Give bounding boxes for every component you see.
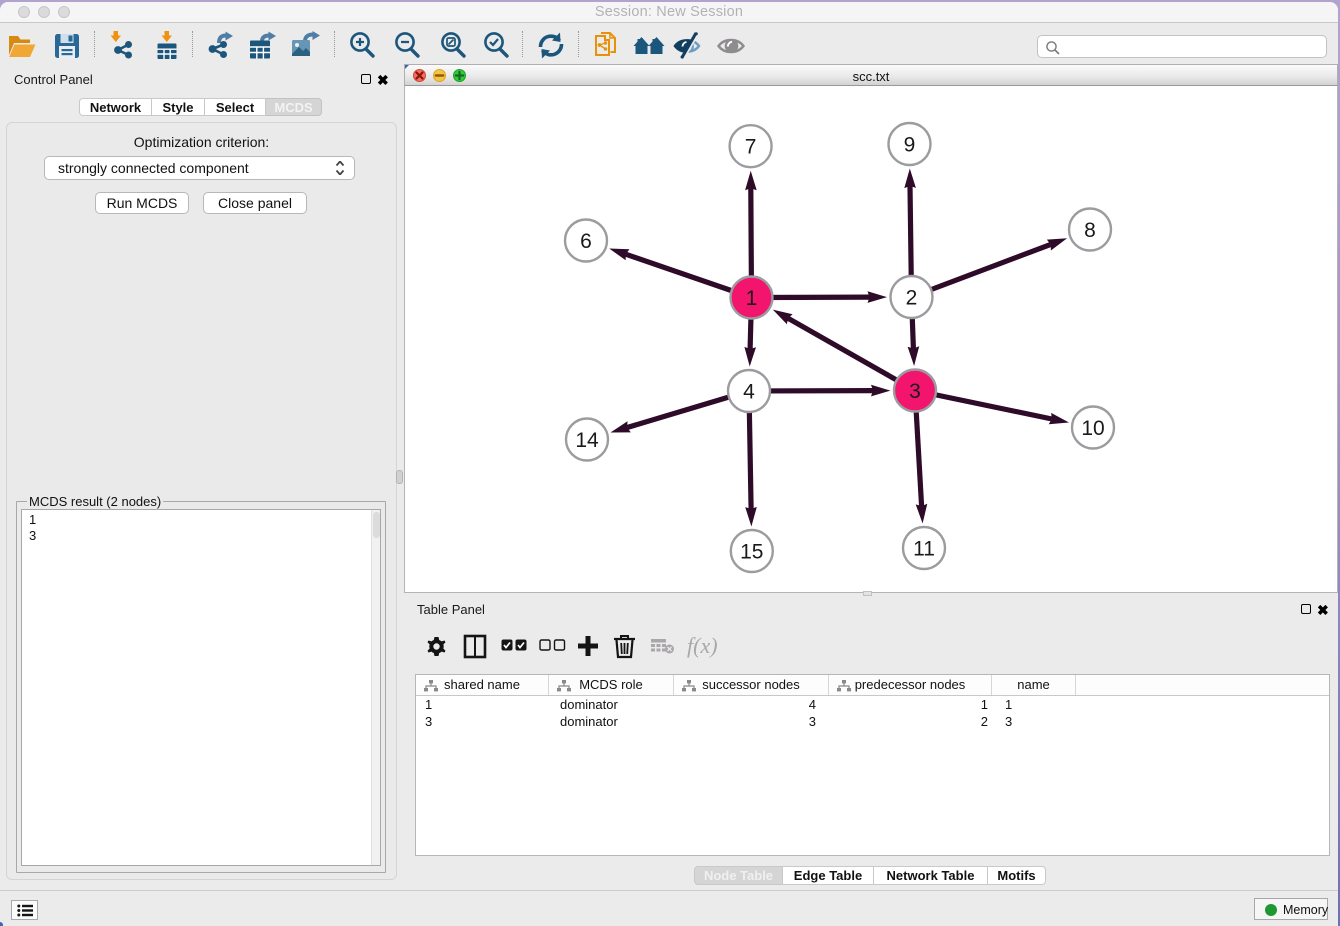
svg-text:8: 8 bbox=[1084, 219, 1096, 242]
svg-text:2: 2 bbox=[906, 287, 918, 310]
svg-text:6: 6 bbox=[580, 230, 592, 253]
svg-text:9: 9 bbox=[904, 134, 916, 157]
svg-text:1: 1 bbox=[746, 287, 758, 310]
svg-text:11: 11 bbox=[913, 538, 935, 561]
svg-text:14: 14 bbox=[575, 429, 599, 452]
svg-text:3: 3 bbox=[909, 380, 921, 403]
svg-text:10: 10 bbox=[1081, 417, 1104, 440]
svg-text:7: 7 bbox=[745, 136, 757, 159]
svg-text:15: 15 bbox=[740, 541, 763, 564]
svg-text:4: 4 bbox=[743, 381, 755, 404]
